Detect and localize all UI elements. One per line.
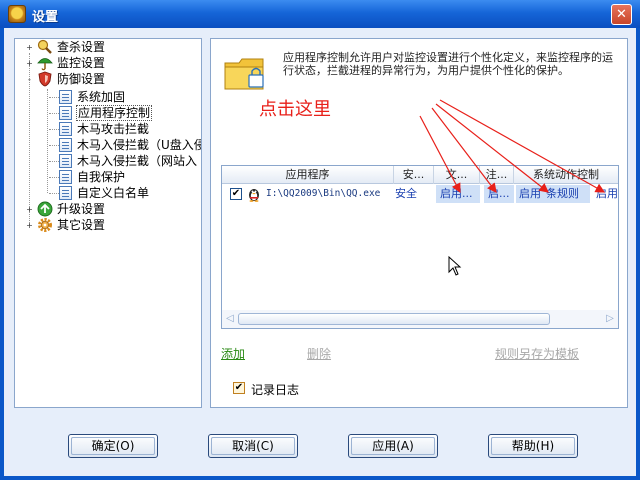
row-extra-enable[interactable]: 启用	[596, 185, 618, 203]
document-icon	[59, 122, 72, 136]
tree-expander[interactable]: +	[25, 59, 34, 68]
tree-expander[interactable]: +	[25, 43, 34, 52]
scrollbar-thumb[interactable]	[238, 313, 550, 325]
app-control-panel: 应用程序控制允许用户对监控设置进行个性化定义，来监控程序的运行状态，拦截进程的异…	[210, 38, 628, 408]
tree-item-system-hardening[interactable]: 系统加固	[77, 89, 125, 105]
row-file-control[interactable]: 启用...	[436, 185, 480, 203]
help-button-label: 帮助(H)	[511, 439, 555, 453]
column-header-app[interactable]: 应用程序	[222, 166, 394, 184]
panel-description: 应用程序控制允许用户对监控设置进行个性化定义，来监控程序的运行状态，拦截进程的异…	[283, 51, 613, 77]
qq-penguin-icon	[249, 189, 259, 202]
app-rules-table[interactable]: 应用程序 安... 文... 注... 系统动作控制 ✔ I:\QQ2009\B…	[221, 165, 619, 329]
row-checkbox[interactable]: ✔	[230, 188, 242, 200]
tree-item-scan-settings[interactable]: 查杀设置	[57, 39, 105, 55]
tree-item-label: 应用程序控制	[75, 105, 153, 121]
document-icon	[59, 170, 72, 184]
green-arrow-icon	[37, 201, 53, 217]
apply-button[interactable]: 应用(A)	[348, 434, 438, 458]
table-row[interactable]: ✔ I:\QQ2009\Bin\QQ.exe 安全 启用... 启... 启用 …	[222, 185, 618, 203]
tree-item-web-intrusion-block[interactable]: 木马入侵拦截（网站入	[77, 153, 201, 169]
window-title: 设置	[32, 10, 59, 25]
tree-item-other-settings[interactable]: 其它设置	[57, 217, 105, 233]
tree-item-self-protection[interactable]: 自我保护	[77, 169, 125, 185]
tree-item-custom-whitelist[interactable]: 自定义白名单	[77, 185, 149, 201]
cancel-button[interactable]: 取消(C)	[208, 434, 298, 458]
add-link[interactable]: 添加	[221, 345, 245, 362]
ok-button-label: 确定(O)	[91, 439, 135, 453]
row-app-path: I:\QQ2009\Bin\QQ.exe	[266, 188, 381, 199]
column-header-safety[interactable]: 安...	[394, 166, 434, 184]
document-icon	[59, 90, 72, 104]
horizontal-scrollbar[interactable]: ◁ ▷	[222, 310, 618, 328]
help-button[interactable]: 帮助(H)	[488, 434, 578, 458]
folder-lock-icon	[224, 58, 264, 90]
tree-item-update-settings[interactable]: 升级设置	[57, 201, 105, 217]
log-checkbox[interactable]: ✔	[233, 382, 245, 394]
click-here-annotation: 点击这里	[259, 99, 331, 120]
mouse-cursor-icon	[448, 256, 462, 276]
document-icon	[59, 138, 72, 152]
row-action-enable[interactable]: 启用	[516, 185, 544, 203]
close-button[interactable]: ✕	[611, 4, 632, 25]
settings-tree[interactable]: + 查杀设置 + 监控设置 - 防御设置 系统加固 应用程序控制 木马攻击拦截 …	[14, 38, 202, 408]
apply-button-label: 应用(A)	[372, 439, 414, 453]
cancel-button-label: 取消(C)	[232, 439, 274, 453]
document-icon	[59, 106, 72, 120]
title-bar[interactable]: 设置 ✕	[0, 0, 640, 28]
delete-link[interactable]: 删除	[307, 345, 331, 362]
row-action-rules[interactable]: 条规则	[544, 185, 590, 203]
document-icon	[59, 186, 72, 200]
gear-icon	[38, 218, 52, 232]
scroll-left-icon[interactable]: ◁	[224, 312, 236, 326]
scroll-right-icon[interactable]: ▷	[604, 312, 616, 326]
tree-expander[interactable]: -	[25, 75, 34, 84]
tree-expander[interactable]: +	[25, 221, 34, 230]
tree-item-defense-settings[interactable]: 防御设置	[57, 71, 105, 87]
settings-window: 设置 ✕ + 查杀设置 + 监控设置 - 防御设置 系统加固 应用程序控制 木马…	[0, 0, 640, 480]
column-header-registry[interactable]: 注...	[480, 166, 514, 184]
tree-item-trojan-attack-block[interactable]: 木马攻击拦截	[77, 121, 149, 137]
document-icon	[59, 154, 72, 168]
tree-item-monitor-settings[interactable]: 监控设置	[57, 55, 105, 71]
table-header: 应用程序 安... 文... 注... 系统动作控制	[222, 166, 618, 184]
ok-button[interactable]: 确定(O)	[68, 434, 158, 458]
tree-item-app-control[interactable]: 应用程序控制	[75, 105, 153, 121]
tree-item-usb-intrusion-block[interactable]: 木马入侵拦截（U盘入侵	[77, 137, 201, 153]
magnifier-shield-icon	[37, 39, 52, 54]
column-header-file[interactable]: 文...	[434, 166, 480, 184]
row-registry-control[interactable]: 启...	[484, 185, 514, 203]
app-shield-icon	[8, 5, 26, 23]
tree-expander[interactable]: +	[25, 205, 34, 214]
row-safety: 安全	[395, 187, 417, 200]
save-as-template-link[interactable]: 规则另存为模板	[495, 345, 579, 362]
dialog-body: + 查杀设置 + 监控设置 - 防御设置 系统加固 应用程序控制 木马攻击拦截 …	[4, 28, 636, 476]
umbrella-icon	[37, 58, 53, 71]
log-checkbox-label: 记录日志	[251, 383, 300, 397]
red-shield-icon	[38, 71, 52, 87]
column-header-system-action[interactable]: 系统动作控制	[514, 166, 618, 184]
